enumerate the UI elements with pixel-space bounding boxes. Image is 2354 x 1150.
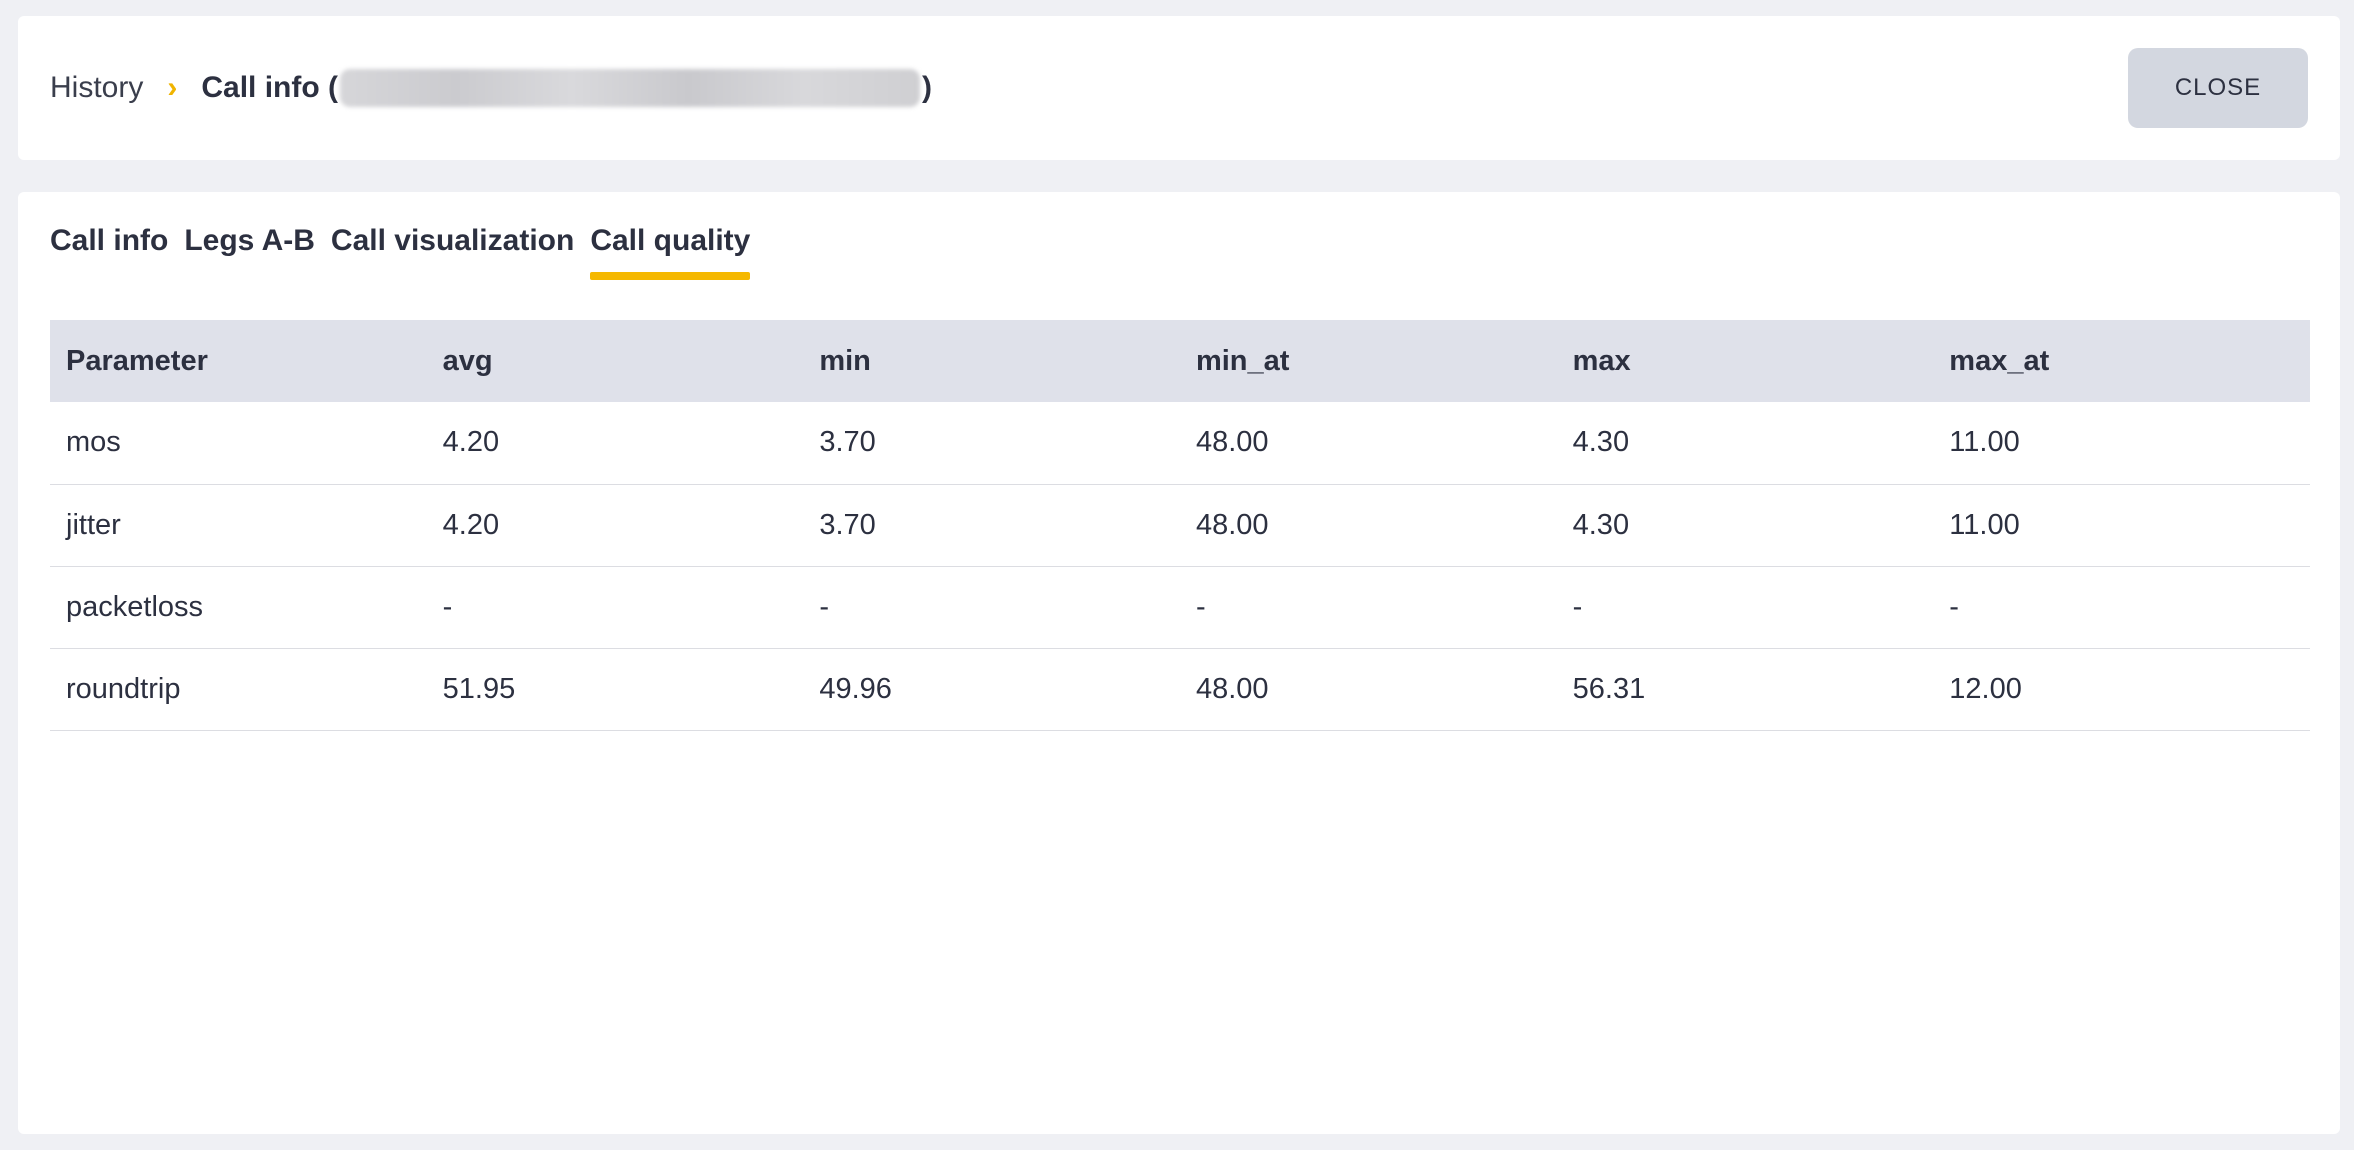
- column-header-max-at: max_at: [1949, 344, 2050, 377]
- tab-call-info[interactable]: Call info: [50, 222, 168, 280]
- table-cell: packetloss: [50, 566, 427, 649]
- breadcrumb-close-paren: ): [922, 71, 932, 104]
- tab-call-visualization[interactable]: Call visualization: [331, 222, 574, 280]
- table-cell: 12.00: [1933, 648, 2310, 731]
- main-card: Call info Legs A-B Call visualization Ca…: [18, 192, 2340, 1134]
- table-cell: 48.00: [1179, 402, 1557, 485]
- breadcrumb-history-link[interactable]: History: [50, 71, 143, 105]
- table-row: roundtrip 51.95 49.96 48.00 56.31 12.00: [50, 648, 2310, 731]
- table-row: jitter 4.20 3.70 48.00 4.30 11.00: [50, 484, 2310, 567]
- table-cell: 49.96: [803, 648, 1180, 731]
- table-cell: 11.00: [1933, 402, 2310, 485]
- tab-call-quality[interactable]: Call quality: [590, 222, 751, 280]
- table-cell: 3.70: [803, 402, 1180, 485]
- redacted-call-id: [340, 69, 920, 107]
- tab-legs-a-b[interactable]: Legs A-B: [184, 222, 315, 280]
- column-header-min: min: [819, 344, 871, 377]
- breadcrumb: History › Call info ( ): [50, 16, 932, 160]
- table-cell: 4.30: [1556, 484, 1934, 567]
- table-cell: roundtrip: [50, 648, 427, 731]
- column-header-avg: avg: [442, 344, 493, 377]
- table-cell: jitter: [50, 484, 427, 567]
- tab-bar: Call info Legs A-B Call visualization Ca…: [50, 222, 751, 280]
- table-cell: 48.00: [1179, 484, 1557, 567]
- table-row: packetloss - - - - -: [50, 566, 2310, 649]
- call-quality-table: Parameter avg min min_at max max_at mos …: [50, 320, 2310, 731]
- table-header-row: Parameter avg min min_at max max_at: [50, 320, 2310, 402]
- chevron-right-icon: ›: [167, 71, 178, 104]
- table-cell: -: [1556, 566, 1934, 649]
- table-cell: mos: [50, 402, 427, 485]
- table-row: mos 4.20 3.70 48.00 4.30 11.00: [50, 402, 2310, 485]
- header-card: History › Call info ( ) CLOSE: [18, 16, 2340, 160]
- column-header-min-at: min_at: [1195, 344, 1290, 377]
- close-button[interactable]: CLOSE: [2128, 48, 2308, 128]
- table-cell: -: [803, 566, 1180, 649]
- table-cell: 51.95: [426, 648, 804, 731]
- table-cell: 48.00: [1179, 648, 1557, 731]
- table-cell: -: [1179, 566, 1557, 649]
- table-cell: -: [1933, 566, 2310, 649]
- column-header-max: max: [1572, 344, 1631, 377]
- breadcrumb-current: Call info (: [201, 71, 338, 104]
- table-cell: -: [426, 566, 804, 649]
- table-cell: 11.00: [1933, 484, 2310, 567]
- table-cell: 4.20: [426, 484, 804, 567]
- column-header-parameter: Parameter: [66, 344, 208, 377]
- table-cell: 4.20: [426, 402, 804, 485]
- table-cell: 56.31: [1556, 648, 1934, 731]
- table-cell: 3.70: [803, 484, 1180, 567]
- table-cell: 4.30: [1556, 402, 1934, 485]
